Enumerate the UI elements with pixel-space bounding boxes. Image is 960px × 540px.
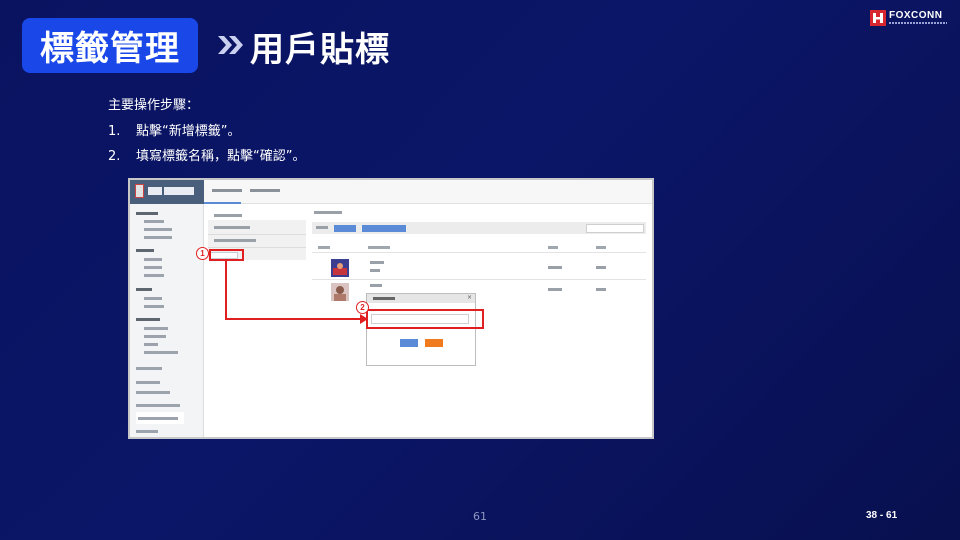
user-avatar-icon: [331, 259, 349, 277]
page-title: 用戶貼標: [250, 29, 390, 70]
add-tag-dialog: ×: [366, 293, 476, 366]
dialog-title: [373, 297, 395, 300]
app-header-bar: [130, 180, 204, 204]
step1-callout: 1: [196, 247, 209, 260]
cancel-button[interactable]: [425, 339, 443, 347]
app-name: [148, 186, 200, 195]
toolbar-button[interactable]: [334, 225, 356, 232]
active-tab-underline: [204, 202, 241, 204]
step1-highlight: [209, 249, 244, 261]
step-number: 2.: [108, 149, 121, 164]
step-item: 2. 填寫標籤名稱，點擊“確認”。: [108, 145, 305, 164]
page-range: 38 - 61: [866, 510, 898, 521]
app-sidebar: [130, 204, 204, 437]
double-chevron-icon: [218, 36, 243, 54]
arrow-head-icon: [360, 314, 368, 324]
logo-wordmark: FOXCONN: [889, 10, 943, 21]
step2-callout: 2: [356, 301, 369, 314]
step-number: 1.: [108, 124, 121, 139]
step-text: 填寫標籤名稱，點擊“確認”。: [136, 149, 306, 164]
step-item: 1. 點擊“新增標籤”。: [108, 120, 240, 139]
dialog-header: ×: [367, 294, 475, 303]
toolbar-button[interactable]: [362, 225, 406, 232]
section-title: 標籤管理: [22, 18, 198, 73]
step-text: 點擊“新增標籤”。: [136, 124, 241, 139]
steps-heading: 主要操作步驟：: [108, 98, 200, 113]
user-avatar-icon: [331, 283, 349, 301]
connector-line: [225, 261, 227, 319]
foxconn-logo: FOXCONN: [870, 10, 950, 26]
step2-highlight: [366, 309, 484, 329]
app-tabs: [204, 180, 652, 204]
app-logo-icon: [135, 184, 144, 198]
logo-tagline: [889, 22, 947, 24]
app-screenshot: 1 × 2: [128, 178, 654, 439]
confirm-button[interactable]: [400, 339, 418, 347]
close-icon[interactable]: ×: [467, 295, 472, 301]
connector-line: [225, 318, 364, 320]
page-number: 61: [473, 510, 487, 523]
foxconn-logo-icon: [870, 10, 886, 26]
tag-search-input[interactable]: [586, 224, 644, 233]
